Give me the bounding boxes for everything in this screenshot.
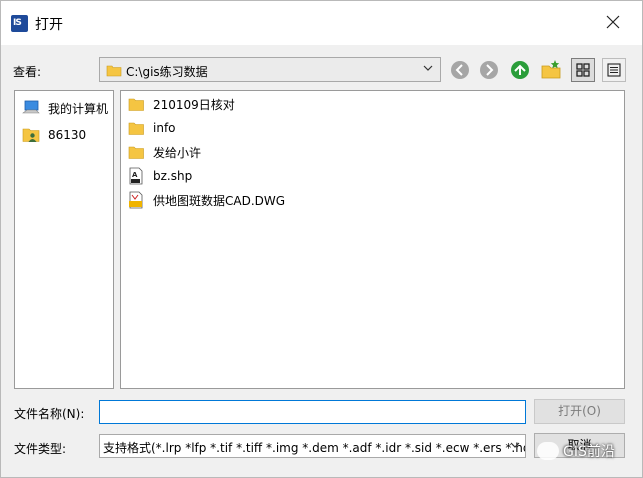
back-button[interactable]	[448, 58, 472, 82]
back-arrow-icon	[451, 61, 469, 79]
folder-icon	[128, 146, 144, 159]
file-item[interactable]: A bz.shp	[127, 165, 192, 187]
place-item-user[interactable]: 86130	[22, 124, 86, 146]
file-item[interactable]: info	[127, 117, 176, 139]
forward-arrow-icon	[480, 61, 498, 79]
details-view-button[interactable]	[602, 58, 626, 82]
file-name: 发给小许	[153, 145, 202, 160]
shp-file-icon: A	[129, 167, 143, 185]
file-name: 供地图斑数据CAD.DWG	[153, 193, 286, 208]
filename-label: 文件名称(N):	[14, 407, 85, 421]
window-title: 打开	[35, 17, 63, 33]
place-label: 我的计算机	[48, 101, 109, 116]
file-name: bz.shp	[153, 169, 193, 183]
svg-text:A: A	[132, 171, 138, 179]
watermark: GIS前沿	[537, 441, 615, 461]
file-name: info	[153, 121, 176, 135]
folder-icon	[128, 98, 144, 111]
wechat-logo-icon	[537, 442, 559, 460]
chevron-down-icon	[510, 442, 520, 448]
file-item[interactable]: 供地图斑数据CAD.DWG	[127, 189, 285, 211]
title-bar: IS 打开	[1, 1, 642, 45]
app-logo-icon: IS	[11, 15, 28, 32]
filetype-value: 支持格式(*.lrp *lfp *.tif *.tiff *.img *.dem…	[103, 441, 526, 455]
open-file-dialog: IS 打开 查看: C:\gis练习数据 我的计算机 86130 210109日…	[0, 0, 643, 478]
dwg-file-icon	[129, 191, 143, 209]
file-item[interactable]: 210109日核对	[127, 93, 235, 115]
file-list-panel: 210109日核对 info 发给小许 A bz.shp 供地图斑数据CAD.D…	[120, 90, 625, 389]
filetype-select[interactable]: 支持格式(*.lrp *lfp *.tif *.tiff *.img *.dem…	[99, 434, 526, 458]
folder-icon	[128, 122, 144, 135]
place-label: 86130	[48, 128, 87, 142]
computer-icon	[22, 100, 40, 114]
open-button[interactable]: 打开(O)	[534, 399, 625, 424]
look-in-path: C:\gis练习数据	[126, 65, 208, 79]
look-in-label: 查看:	[13, 65, 42, 79]
chevron-down-icon	[423, 65, 433, 71]
file-item[interactable]: 发给小许	[127, 141, 201, 163]
folder-icon	[106, 65, 122, 77]
look-in-combo[interactable]: C:\gis练习数据	[99, 57, 441, 82]
forward-button[interactable]	[477, 58, 501, 82]
places-panel: 我的计算机 86130	[14, 90, 114, 389]
user-folder-icon	[22, 128, 40, 142]
details-view-icon	[607, 63, 621, 77]
watermark-text: GIS前沿	[563, 444, 615, 460]
place-item-computer[interactable]: 我的计算机	[22, 97, 108, 119]
filename-input[interactable]	[99, 400, 526, 424]
list-view-button[interactable]	[571, 58, 595, 82]
up-arrow-icon	[511, 61, 529, 79]
new-folder-icon	[541, 60, 561, 79]
file-name: 210109日核对	[153, 97, 235, 112]
new-folder-button[interactable]	[539, 58, 563, 82]
up-folder-button[interactable]	[508, 58, 532, 82]
filetype-label: 文件类型:	[14, 442, 67, 456]
close-icon[interactable]	[602, 11, 624, 33]
grid-view-icon	[576, 63, 590, 77]
